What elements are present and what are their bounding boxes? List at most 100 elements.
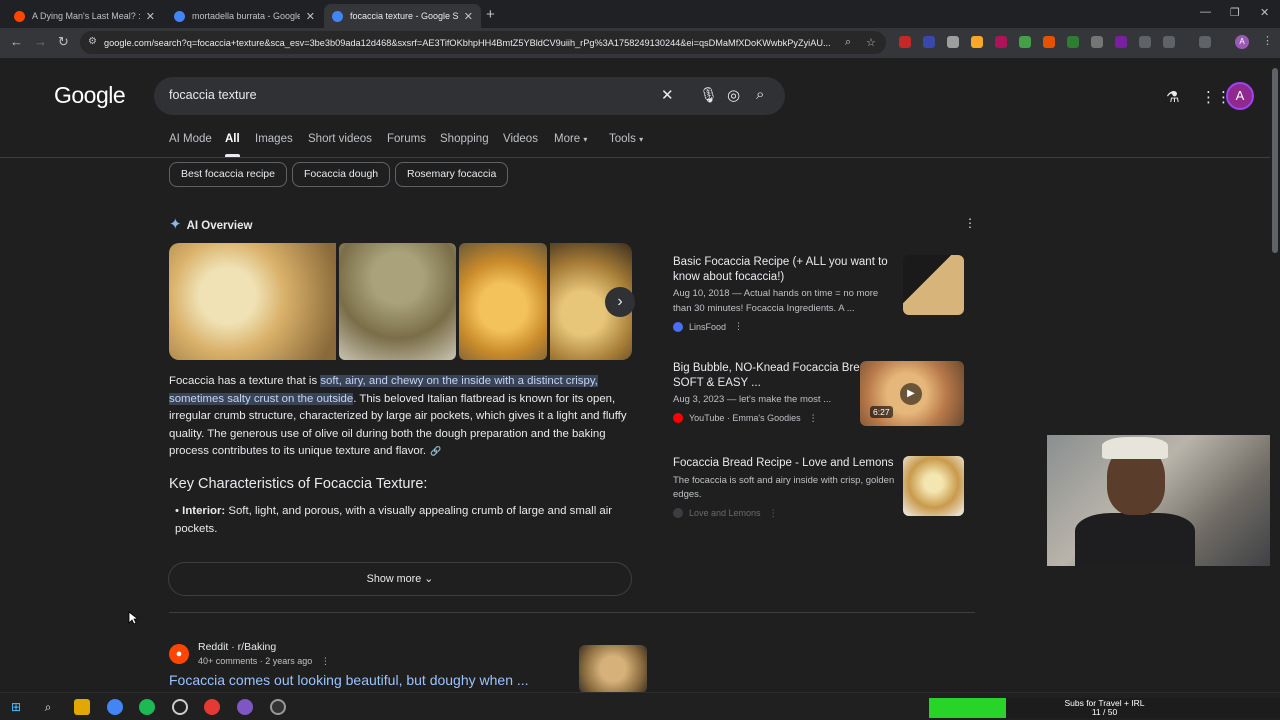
- app-icon[interactable]: [204, 699, 220, 715]
- extension-icon[interactable]: [923, 36, 935, 48]
- search-input[interactable]: focaccia texture: [169, 88, 257, 102]
- new-tab-icon[interactable]: +: [486, 6, 495, 23]
- forward-icon[interactable]: →: [34, 34, 47, 49]
- play-icon[interactable]: ▶: [900, 383, 922, 405]
- chrome-icon[interactable]: [107, 699, 123, 715]
- source-thumbnail[interactable]: [903, 456, 964, 516]
- back-icon[interactable]: ←: [10, 34, 23, 49]
- extension-icon[interactable]: [1091, 36, 1103, 48]
- bullet-interior: • Interior: Soft, light, and porous, wit…: [175, 505, 613, 535]
- account-avatar[interactable]: A: [1226, 82, 1254, 110]
- browser-tab[interactable]: mortadella burrata - Google Se ✕: [166, 4, 323, 28]
- extension-icon[interactable]: [899, 36, 911, 48]
- tab-short-videos[interactable]: Short videos: [308, 133, 372, 145]
- google-logo[interactable]: Google: [54, 82, 126, 109]
- url-text: google.com/search?q=focaccia+texture&sca…: [104, 37, 831, 48]
- extension-icon[interactable]: [1067, 36, 1079, 48]
- extension-icon[interactable]: [971, 36, 983, 48]
- zoom-icon[interactable]: ⌕: [845, 36, 851, 49]
- address-bar[interactable]: ⚙ google.com/search?q=focaccia+texture&s…: [80, 31, 886, 54]
- tab-images[interactable]: Images: [255, 133, 293, 145]
- close-tab-icon[interactable]: ✕: [306, 10, 315, 23]
- source-card[interactable]: Basic Focaccia Recipe (+ ALL you want to…: [673, 255, 973, 332]
- source-card[interactable]: Big Bubble, NO-Knead Focaccia Bread | SO…: [673, 361, 973, 426]
- ai-overview-text: Focaccia has a texture that is soft, air…: [169, 373, 631, 461]
- result-site[interactable]: Reddit · r/Baking: [198, 641, 276, 653]
- tab-tools[interactable]: Tools ▾: [609, 133, 643, 145]
- focaccia-image-2[interactable]: [339, 243, 456, 360]
- file-explorer-icon[interactable]: [74, 699, 90, 715]
- search-icon[interactable]: ⌕: [40, 699, 56, 715]
- site-info-icon[interactable]: ⚙: [88, 36, 97, 47]
- extension-icon[interactable]: [995, 36, 1007, 48]
- subs-goal-bar: Subs for Travel + IRL 11 / 50: [929, 698, 1280, 718]
- show-more-button[interactable]: Show more ⌄: [168, 562, 632, 596]
- result-thumbnail[interactable]: [579, 645, 647, 693]
- lens-search-icon[interactable]: ◎: [727, 86, 740, 104]
- source-card[interactable]: Focaccia Bread Recipe - Love and Lemons …: [673, 456, 973, 519]
- link-icon[interactable]: 🔗: [430, 446, 441, 456]
- app-icon[interactable]: [172, 699, 188, 715]
- restore-icon[interactable]: ❐: [1230, 6, 1240, 19]
- site-favicon-icon: [673, 321, 683, 332]
- tab-forums[interactable]: Forums: [387, 133, 426, 145]
- extension-icon[interactable]: [1043, 36, 1055, 48]
- spotify-icon[interactable]: [139, 699, 155, 715]
- ai-overview-menu-icon[interactable]: ⋮: [964, 216, 976, 230]
- side-panel-icon[interactable]: [1199, 36, 1211, 48]
- tab-all[interactable]: All: [225, 133, 240, 157]
- browser-menu-icon[interactable]: ⋮: [1262, 34, 1273, 47]
- result-menu-icon[interactable]: ⋮: [321, 656, 330, 666]
- chip-best-focaccia-recipe[interactable]: Best focaccia recipe: [169, 162, 287, 187]
- source-title[interactable]: Basic Focaccia Recipe (+ ALL you want to…: [673, 255, 897, 284]
- minimize-icon[interactable]: —: [1200, 6, 1211, 18]
- tab-more[interactable]: More ▾: [554, 133, 587, 145]
- source-site-name: LinsFood: [689, 321, 727, 332]
- obs-icon[interactable]: [270, 699, 286, 715]
- video-thumbnail[interactable]: ▶ 6:27: [860, 361, 964, 426]
- focaccia-image-3[interactable]: [459, 243, 547, 360]
- result-title-link[interactable]: Focaccia comes out looking beautiful, bu…: [169, 672, 529, 688]
- tab-videos[interactable]: Videos: [503, 133, 538, 145]
- app-icon[interactable]: [237, 699, 253, 715]
- youtube-favicon-icon: [673, 413, 683, 423]
- voice-search-icon[interactable]: 🎙: [699, 86, 718, 104]
- browser-tab[interactable]: A Dying Man's Last Meal? : r/K ✕: [6, 4, 163, 28]
- reload-icon[interactable]: ↻: [58, 34, 69, 50]
- extension-icon[interactable]: [1019, 36, 1031, 48]
- bookmark-star-icon[interactable]: ☆: [866, 36, 876, 49]
- source-menu-icon[interactable]: ⋮: [734, 321, 743, 332]
- search-icon[interactable]: ⌕: [756, 86, 764, 103]
- tab-shopping[interactable]: Shopping: [440, 133, 489, 145]
- header-divider: [0, 157, 1270, 158]
- source-title[interactable]: Focaccia Bread Recipe - Love and Lemons: [673, 456, 897, 471]
- extension-icon[interactable]: [1139, 36, 1151, 48]
- clear-search-icon[interactable]: ✕: [661, 86, 674, 104]
- carousel-next-button[interactable]: ›: [605, 287, 635, 317]
- chip-rosemary-focaccia[interactable]: Rosemary focaccia: [395, 162, 509, 187]
- scrollbar-thumb[interactable]: [1272, 68, 1278, 253]
- result-meta-text: 40+ comments · 2 years ago: [198, 656, 313, 666]
- close-window-icon[interactable]: ✕: [1260, 6, 1269, 19]
- focaccia-image-1[interactable]: [169, 243, 336, 360]
- webcam-person: [1075, 513, 1195, 566]
- source-description: The focaccia is soft and airy inside wit…: [673, 474, 895, 501]
- browser-tab-active[interactable]: focaccia texture - Google Searc ✕: [324, 4, 481, 28]
- chip-focaccia-dough[interactable]: Focaccia dough: [292, 162, 391, 187]
- chevron-down-icon: ⌄: [424, 573, 434, 585]
- search-box[interactable]: focaccia texture ✕ 🎙 ◎ ⌕: [154, 77, 785, 115]
- source-menu-icon[interactable]: ⋮: [809, 413, 818, 424]
- tab-ai-mode[interactable]: AI Mode: [169, 133, 212, 145]
- extension-icon[interactable]: [947, 36, 959, 48]
- video-duration: 6:27: [870, 406, 893, 418]
- labs-flask-icon[interactable]: ⚗: [1166, 88, 1179, 106]
- extensions-puzzle-icon[interactable]: [1163, 36, 1175, 48]
- windows-start-icon[interactable]: ⊞: [8, 699, 24, 715]
- source-thumbnail[interactable]: [903, 255, 964, 315]
- close-tab-icon[interactable]: ✕: [146, 10, 155, 23]
- extension-icon[interactable]: [1115, 36, 1127, 48]
- browser-profile-avatar[interactable]: A: [1235, 35, 1249, 49]
- page-scrollbar[interactable]: [1270, 58, 1280, 692]
- source-menu-icon[interactable]: ⋮: [769, 508, 778, 519]
- close-tab-icon[interactable]: ✕: [464, 10, 473, 23]
